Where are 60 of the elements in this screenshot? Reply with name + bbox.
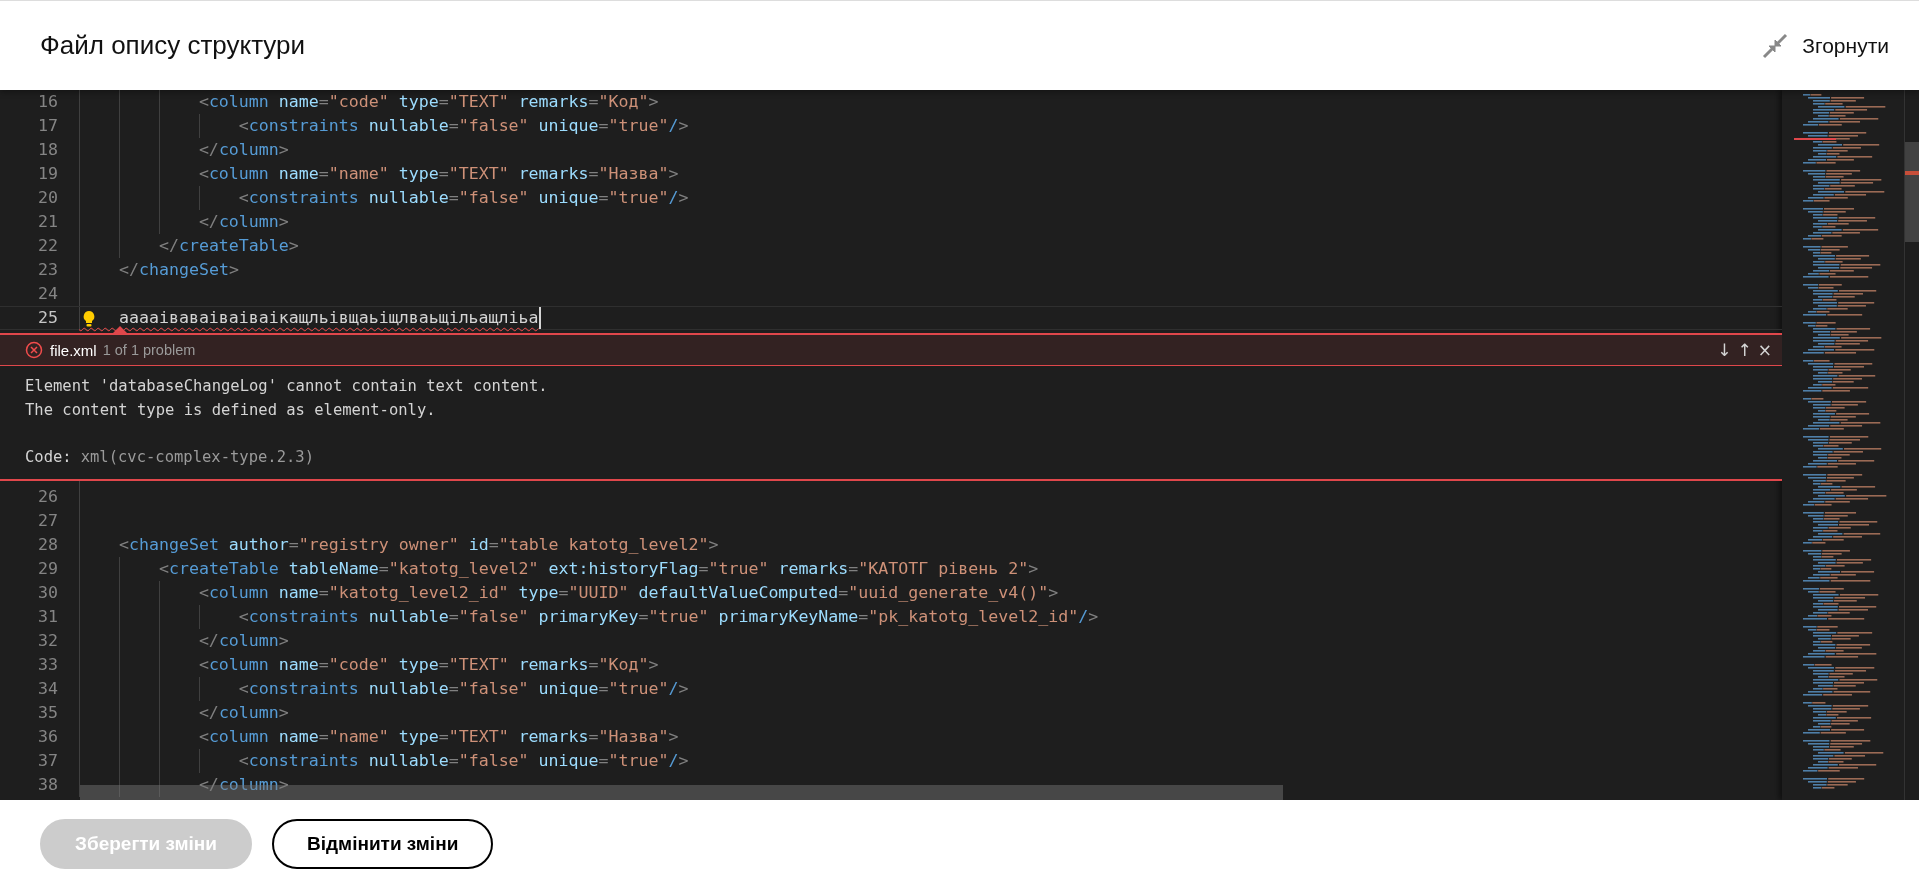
line-number: 29	[37, 558, 58, 580]
vertical-scrollbar[interactable]	[1905, 142, 1919, 242]
line-number: 33	[37, 654, 58, 676]
code-line: <column name="katotg_level2_id" type="UUID" defaultValueComputed="uuid_generate_v4()">	[197, 582, 1059, 604]
code-label: Code:	[25, 446, 72, 468]
code-line: <constraints nullable="false" unique="true"/>	[237, 187, 689, 209]
problem-count: 1 of 1 problem	[102, 342, 196, 358]
line-number: 38	[37, 774, 58, 796]
line-number: 16	[37, 91, 58, 113]
line-number: 26	[37, 486, 58, 508]
line-number: 35	[37, 702, 58, 724]
line-number: 18	[37, 139, 58, 161]
code-line: </column>	[197, 211, 289, 233]
code-line: <column name="name" type="TEXT" remarks="Назва">	[197, 726, 679, 748]
code-line: <constraints nullable="false" primaryKey="true" primaryKeyName="pk_katotg_level2_id"/>	[237, 606, 1099, 628]
lightbulb-icon[interactable]	[82, 310, 96, 328]
line-number: 20	[37, 187, 58, 209]
next-problem-button[interactable]: ↓	[1715, 340, 1734, 360]
code-line: </column>	[197, 139, 289, 161]
code-line: <constraints nullable="false" unique="true"/>	[237, 115, 689, 137]
code-line: <constraints nullable="false" unique="true"/>	[237, 750, 689, 772]
line-number: 28	[37, 534, 58, 556]
error-message: Element 'databaseChangeLog' cannot contain text content.	[25, 376, 549, 397]
collapse-button[interactable]: Згорнути	[1762, 32, 1889, 59]
code-line: </column>	[197, 630, 289, 652]
code-line: <createTable tableName="katotg_level2" ext:historyFlag="true" remarks="КАТОТГ рівень 2">	[157, 558, 1039, 580]
line-number: 21	[37, 211, 58, 233]
line-number: 30	[37, 582, 58, 604]
line-number: 36	[37, 726, 58, 748]
cancel-button[interactable]: Відмінити зміни	[272, 819, 494, 869]
line-number: 23	[37, 259, 58, 281]
line-number: 37	[37, 750, 58, 772]
code-line: <constraints nullable="false" unique="true"/>	[237, 678, 689, 700]
previous-problem-button[interactable]: ↑	[1735, 340, 1754, 360]
line-number: 34	[37, 678, 58, 700]
code-line: <column name="name" type="TEXT" remarks="Назва">	[197, 163, 679, 185]
collapse-icon	[1762, 32, 1789, 59]
line-number: 25	[37, 307, 58, 329]
error-code: xml(cvc-complex-type.2.3)	[80, 446, 314, 468]
line-number: 22	[37, 235, 58, 257]
code-line: <column name="code" type="TEXT" remarks="Код">	[197, 91, 659, 113]
line-number: 31	[37, 606, 58, 628]
line-number: 24	[37, 283, 58, 305]
line-number: 19	[37, 163, 58, 185]
error-message: The content type is defined as element-only.	[25, 399, 437, 421]
error-icon	[25, 341, 43, 359]
file-name: file.xml	[50, 341, 97, 359]
code-line: </changeSet>	[117, 259, 239, 281]
error-marker	[1905, 171, 1919, 175]
minimap-drawing[interactable]	[1782, 90, 1904, 800]
code-line: <column name="code" type="TEXT" remarks="Код">	[197, 654, 659, 676]
code-line: </column>	[197, 774, 289, 796]
close-button[interactable]: ×	[1755, 340, 1774, 360]
line-number: 32	[37, 630, 58, 652]
code-line: </createTable>	[157, 235, 299, 257]
code-line: <changeSet author="registry owner" id="table katotg_level2">	[117, 534, 719, 556]
code-line: </column>	[197, 702, 289, 724]
line-number: 17	[37, 115, 58, 137]
line-number: 27	[37, 510, 58, 532]
page-title: Файл опису структури	[40, 30, 306, 61]
